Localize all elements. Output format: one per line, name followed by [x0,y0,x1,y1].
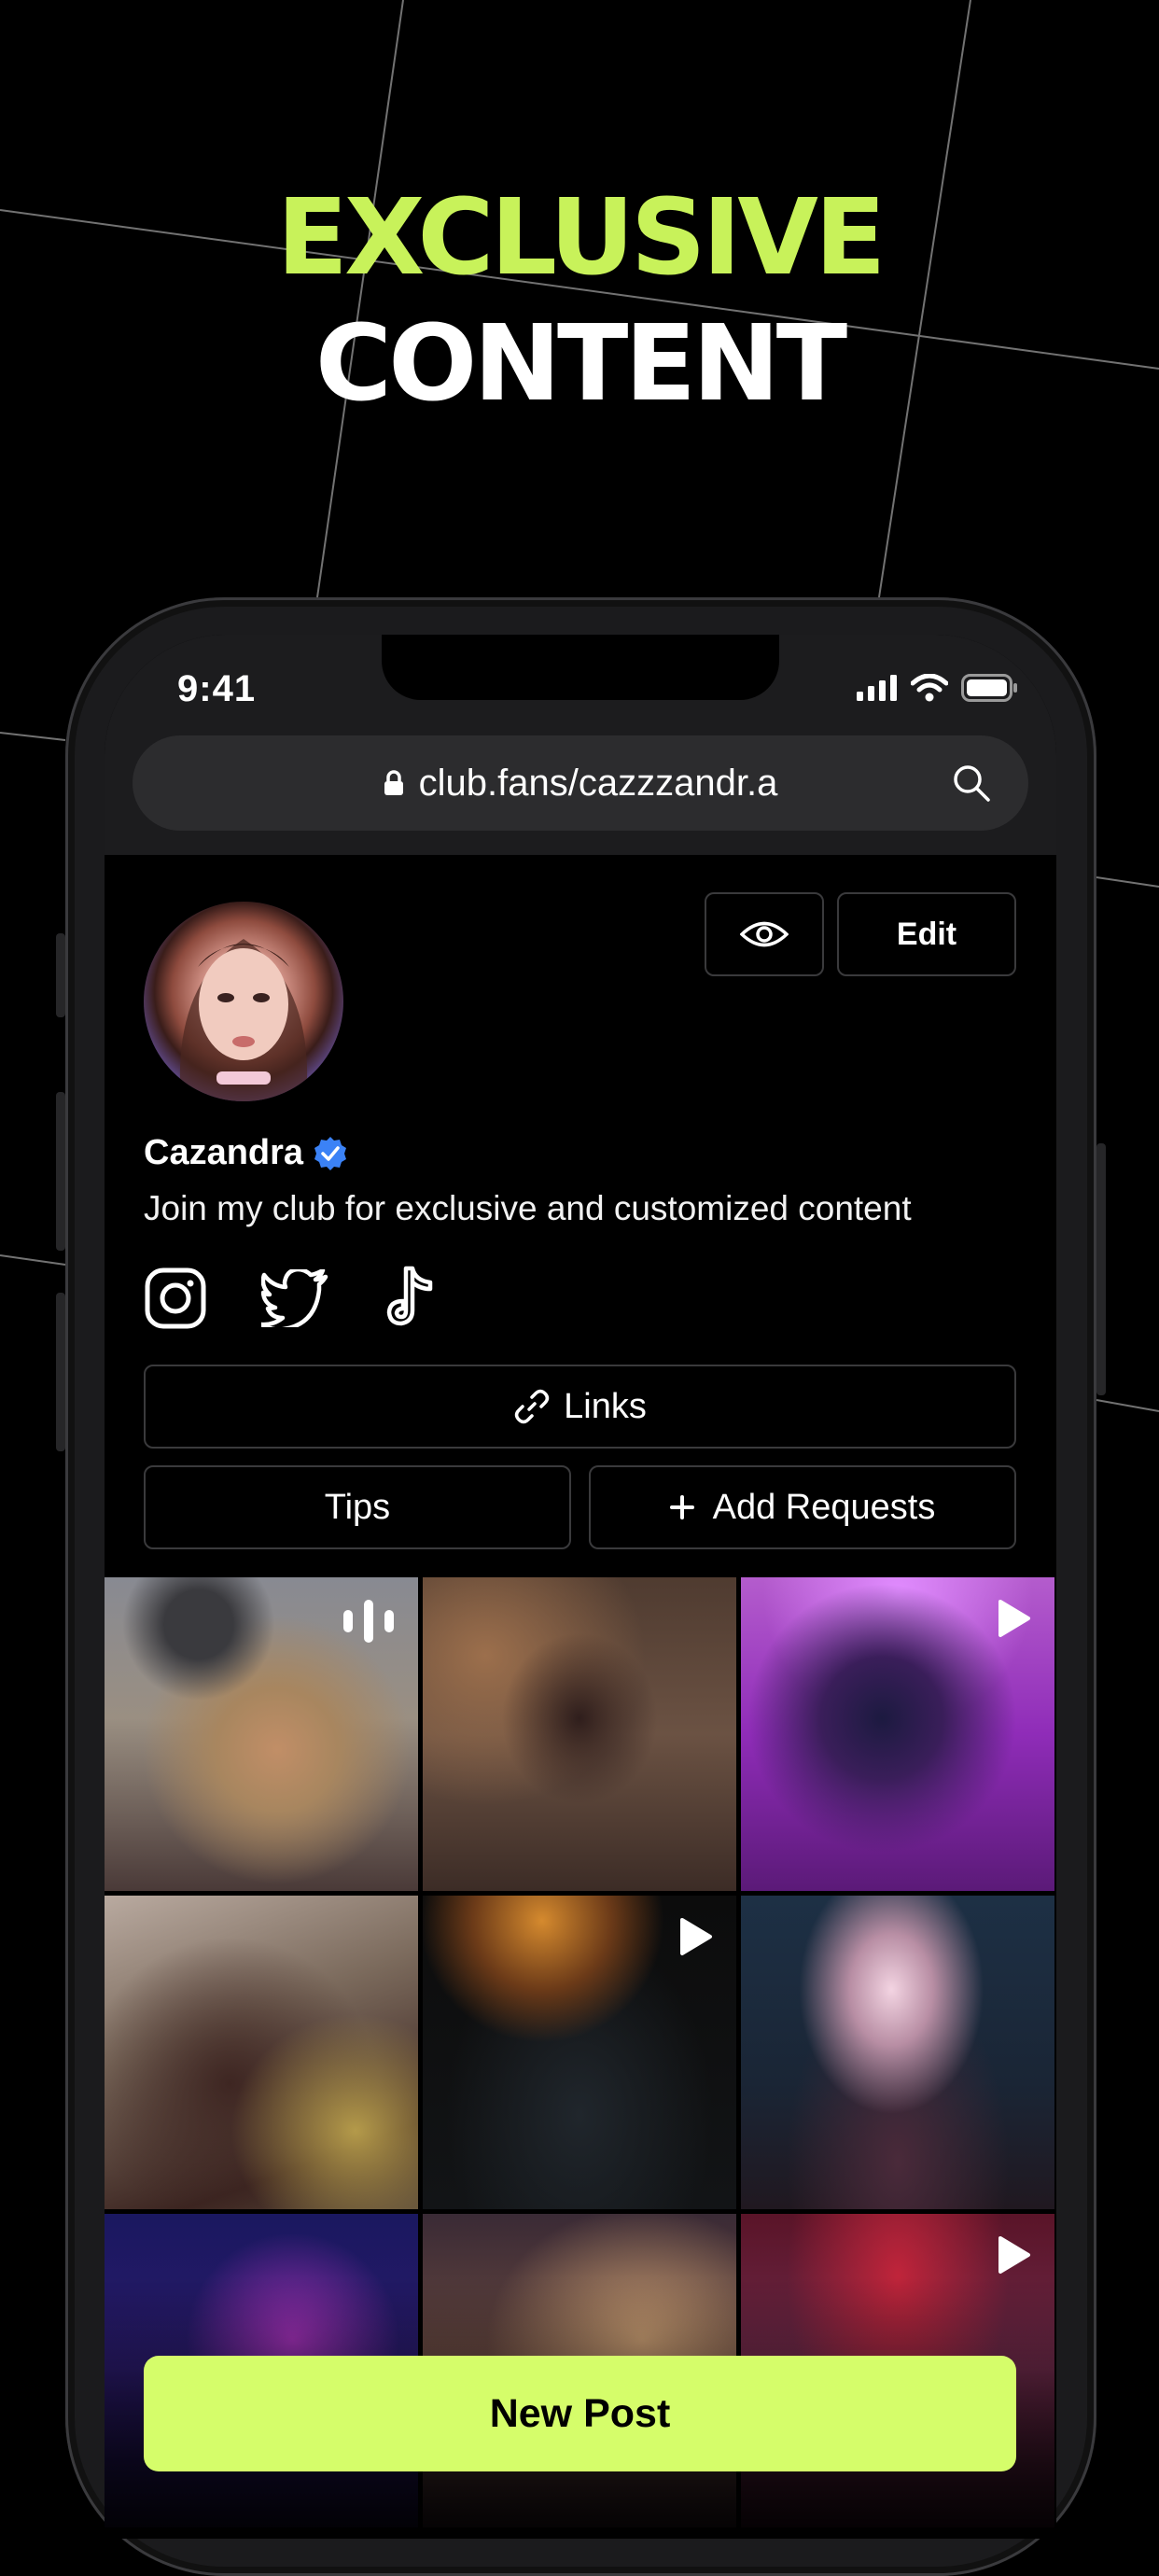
avatar[interactable] [144,902,343,1101]
profile-name-row: Cazandra [144,1133,348,1173]
preview-button[interactable] [705,892,824,976]
tips-button[interactable]: Tips [144,1465,571,1549]
audio-icon [343,1600,394,1643]
search-icon[interactable] [952,763,991,803]
social-links [144,1266,440,1331]
instagram-icon[interactable] [144,1267,207,1330]
links-label: Links [564,1386,647,1426]
status-time: 9:41 [177,668,257,709]
profile-bio: Join my club for exclusive and customize… [144,1189,912,1227]
play-icon [680,1918,712,1955]
lock-icon [384,770,403,795]
profile-name: Cazandra [144,1133,304,1172]
url-text: club.fans/cazzzandr.a [418,762,778,804]
edit-button[interactable]: Edit [837,892,1016,976]
avatar-portrait [179,939,308,1101]
post-tile[interactable] [423,1896,736,2209]
twitter-icon[interactable] [261,1269,328,1327]
phone-notch [382,635,779,700]
post-tile[interactable] [105,1896,418,2209]
post-tile[interactable] [741,1896,1054,2209]
post-tile[interactable] [105,1577,418,1891]
post-thumbnail [741,1896,1054,2209]
post-tile[interactable] [423,1577,736,1891]
headline-exclusive: EXCLUSIVE [276,177,887,299]
link-icon [514,1389,550,1424]
phone-volume-down [56,1293,65,1451]
battery-icon [961,674,1017,702]
phone-power-button [1096,1143,1106,1395]
verified-badge-icon [314,1136,347,1170]
phone-screen: 9:41 club.fans/cazzzandr.a Edit Cazandra… [105,635,1056,2539]
phone-volume-up [56,1092,65,1251]
new-post-button[interactable]: New Post [144,2356,1016,2471]
wifi-icon [911,674,948,702]
links-button[interactable]: Links [144,1365,1016,1449]
headline-content: CONTENT [314,303,847,425]
signal-icon [857,675,897,701]
plus-icon [669,1495,694,1519]
tiktok-icon[interactable] [383,1266,440,1331]
eye-icon [740,921,789,947]
post-thumbnail [105,1896,418,2209]
phone-silent-switch [56,933,65,1017]
url-bar[interactable]: club.fans/cazzzandr.a [133,735,1028,831]
play-icon [998,2236,1030,2274]
post-tile[interactable] [741,1577,1054,1891]
post-thumbnail [423,1577,736,1891]
add-requests-button[interactable]: Add Requests [589,1465,1016,1549]
add-requests-label: Add Requests [712,1487,936,1527]
play-icon [998,1600,1030,1637]
status-icons [857,674,1019,702]
